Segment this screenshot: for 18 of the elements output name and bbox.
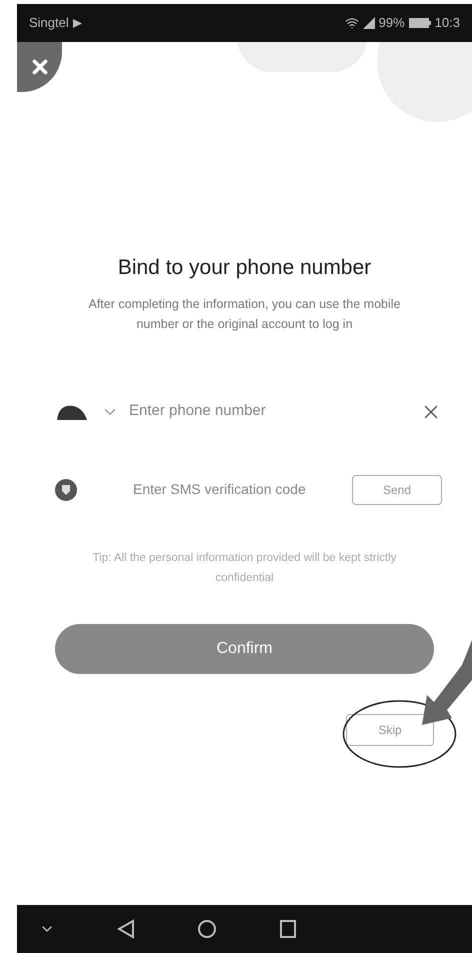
sms-code-input-field[interactable]: Enter SMS verification code — [133, 479, 323, 500]
back-icon[interactable] — [117, 919, 135, 939]
phone-input-field[interactable]: Enter phone number — [129, 400, 420, 423]
close-button[interactable] — [17, 42, 62, 92]
recent-apps-icon[interactable] — [279, 919, 297, 939]
page-title: Bind to your phone number — [116, 255, 372, 281]
home-icon[interactable] — [197, 919, 217, 939]
signal-icon — [362, 17, 375, 29]
clock: 10:3 — [434, 14, 460, 32]
play-icon — [72, 18, 82, 28]
wifi-icon — [344, 16, 359, 30]
carrier-name: Singtel — [29, 14, 69, 32]
tip-text: Tip: All the personal information provided will be kept strictly confidential — [92, 550, 398, 586]
battery-percent: 99% — [378, 14, 405, 32]
send-button[interactable]: Send — [352, 474, 442, 504]
shield-icon — [55, 478, 77, 500]
subtitle-text: After completing the information, you can use the mobile number or the original account to log in — [88, 296, 402, 333]
battery-icon — [408, 18, 431, 28]
